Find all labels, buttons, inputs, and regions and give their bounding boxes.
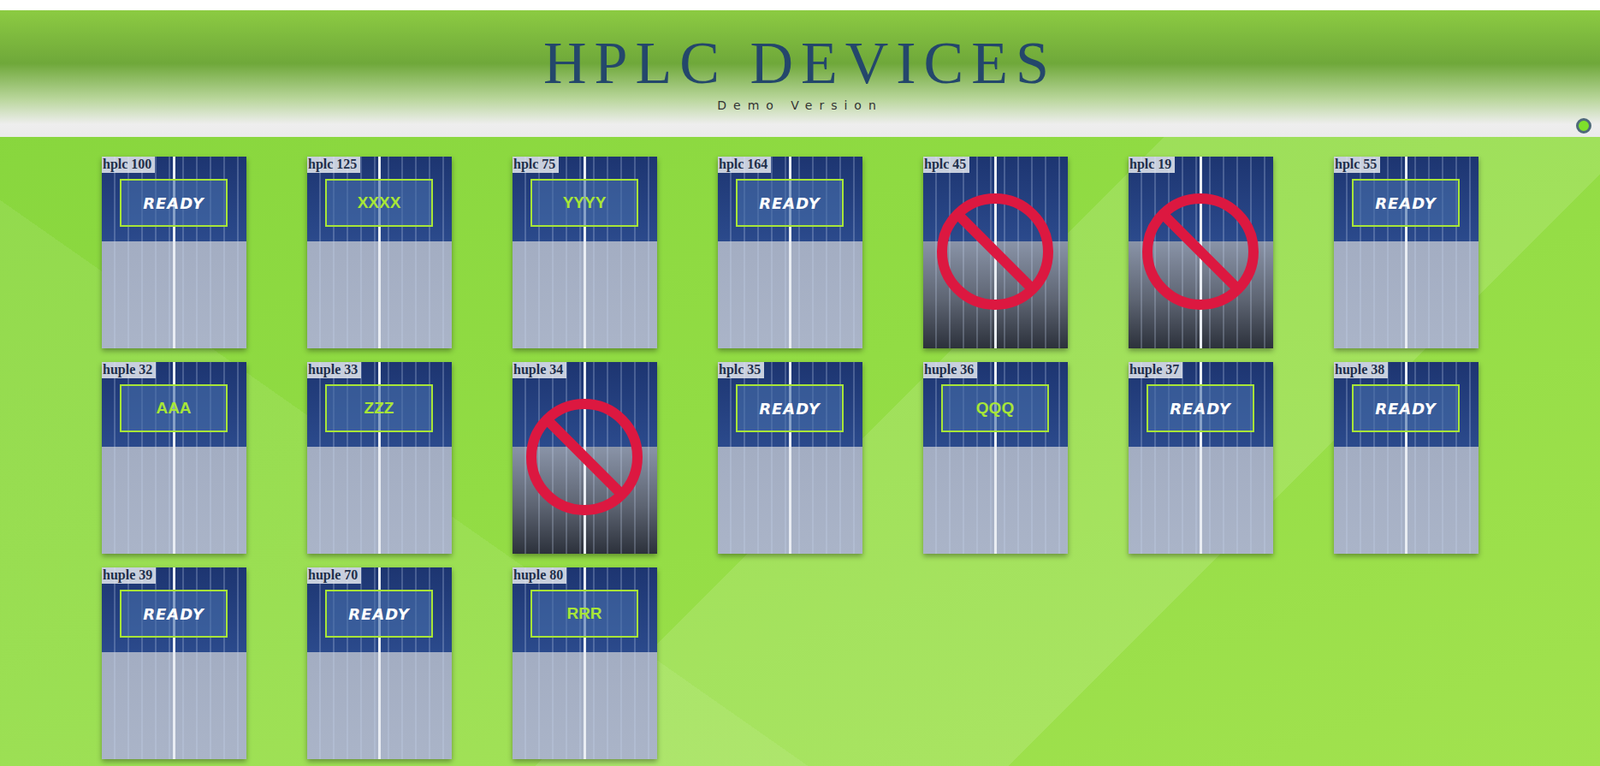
device-status: READY — [119, 178, 228, 227]
device-name: huple 39 — [101, 567, 156, 584]
device-card[interactable]: hplc 100 READY — [101, 156, 247, 349]
device-status: READY — [735, 178, 844, 227]
device-card[interactable]: hplc 19 — [1128, 156, 1274, 349]
device-status: READY — [1146, 384, 1255, 433]
device-name: hplc 100 — [101, 156, 155, 173]
device-card[interactable]: huple 39 READY — [101, 567, 247, 759]
device-status: READY — [325, 589, 433, 638]
device-name: huple 37 — [1128, 361, 1183, 379]
prohibited-icon — [936, 192, 1055, 311]
device-card[interactable]: huple 80 RRR — [512, 567, 658, 759]
device-card[interactable]: huple 70 READY — [307, 567, 452, 759]
device-card[interactable]: hplc 35 READY — [717, 361, 863, 554]
device-card[interactable]: hplc 55 READY — [1333, 156, 1479, 349]
prohibited-icon — [525, 397, 644, 516]
device-card[interactable]: huple 36 QQQ — [923, 361, 1068, 554]
device-name: huple 33 — [307, 361, 362, 379]
device-card[interactable]: hplc 45 — [923, 156, 1068, 349]
device-grid: hplc 100READYhplc 125XXXXhplc 75YYYYhplc… — [0, 136, 1600, 759]
device-name: hplc 19 — [1128, 156, 1175, 173]
device-status: READY — [735, 384, 844, 433]
status-dot — [1576, 118, 1592, 134]
device-name: hplc 35 — [717, 361, 765, 379]
device-name: hplc 75 — [512, 156, 559, 173]
device-status: ZZZ — [325, 384, 433, 433]
device-name: huple 32 — [101, 361, 156, 379]
device-card[interactable]: hplc 75 YYYY — [512, 156, 658, 349]
device-status: QQQ — [941, 384, 1049, 433]
device-card[interactable]: huple 38 READY — [1333, 361, 1479, 554]
device-status: READY — [119, 589, 228, 638]
prohibited-icon — [1141, 192, 1260, 311]
subtitle: Demo Version — [717, 98, 883, 113]
device-card[interactable]: huple 34 — [512, 361, 658, 554]
device-name: huple 34 — [512, 361, 567, 379]
device-name: huple 80 — [512, 567, 567, 584]
device-card[interactable]: huple 37 READY — [1128, 361, 1274, 554]
device-card[interactable]: huple 33 ZZZ — [307, 361, 452, 554]
device-name: hplc 45 — [923, 156, 970, 173]
device-name: huple 36 — [923, 361, 978, 379]
page: HPLC DEVICESDemo Versionhplc 100READYhpl… — [0, 0, 1600, 766]
title: HPLC DEVICES — [543, 31, 1057, 95]
header: HPLC DEVICES Demo Version — [0, 10, 1600, 137]
device-name: hplc 164 — [717, 156, 771, 173]
device-status: YYYY — [530, 178, 639, 227]
device-name: huple 38 — [1333, 361, 1388, 379]
device-card[interactable]: huple 32 AAA — [101, 361, 247, 554]
device-status: READY — [1351, 178, 1460, 227]
device-status: AAA — [119, 384, 228, 433]
device-name: hplc 125 — [307, 156, 361, 173]
device-card[interactable]: hplc 164 READY — [717, 156, 863, 349]
device-card[interactable]: hplc 125 XXXX — [307, 156, 452, 349]
device-name: huple 70 — [307, 567, 362, 584]
device-status: READY — [1351, 384, 1460, 433]
device-status: RRR — [530, 589, 639, 638]
device-name: hplc 55 — [1333, 156, 1381, 173]
device-status: XXXX — [325, 178, 433, 227]
